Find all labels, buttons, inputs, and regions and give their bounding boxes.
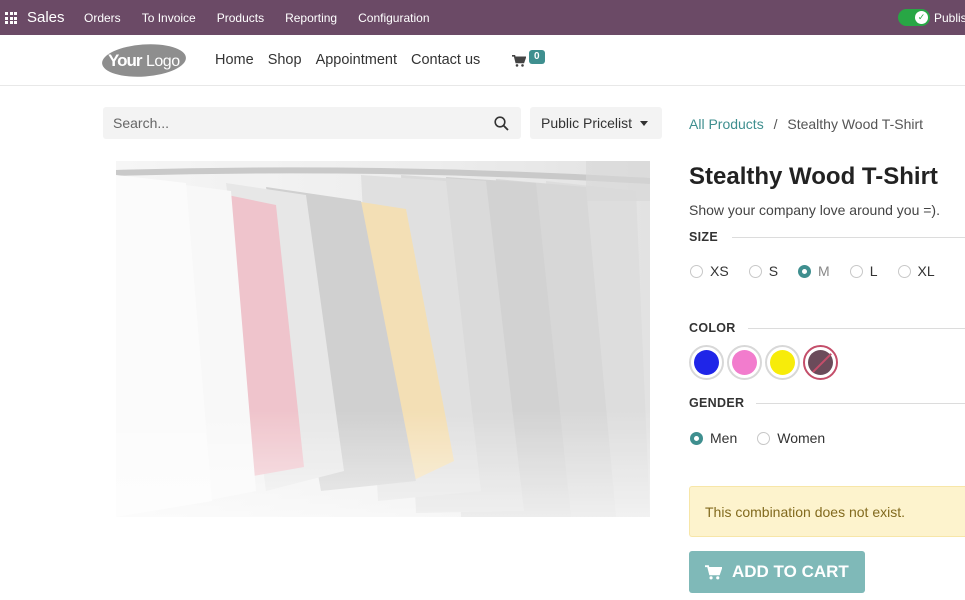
gender-option-label: Women (777, 430, 826, 446)
breadcrumb: All Products / Stealthy Wood T-Shirt (689, 116, 923, 132)
nav-home[interactable]: Home (215, 52, 254, 68)
gender-options: Men Women (690, 430, 845, 446)
app-name[interactable]: Sales (27, 9, 65, 26)
swatch-fill (732, 350, 757, 375)
size-option-label: XL (917, 263, 935, 279)
color-swatch-pink[interactable] (727, 345, 762, 380)
add-to-cart-label: ADD TO CART (732, 562, 849, 581)
company-logo[interactable]: Your Logo (102, 43, 187, 78)
color-swatch-yellow[interactable] (765, 345, 800, 380)
apps-grid-icon[interactable] (5, 12, 17, 24)
size-options: XS S M L XL (690, 263, 955, 279)
radio-button[interactable] (849, 264, 863, 278)
pricelist-dropdown[interactable]: Public Pricelist (530, 107, 662, 139)
radio-button[interactable] (690, 264, 703, 278)
radio-button-selected[interactable] (690, 431, 703, 445)
search-box (103, 107, 521, 139)
toggle-switch[interactable]: ✓ (898, 9, 930, 26)
color-swatch-dark-unavailable[interactable] (803, 345, 838, 380)
product-description: Show your company love around you =). (689, 202, 940, 218)
cart-link[interactable]: 0 (512, 48, 548, 70)
size-option-label: L (869, 263, 878, 279)
menu-to-invoice[interactable]: To Invoice (142, 11, 196, 25)
radio-button-selected[interactable] (798, 264, 812, 278)
breadcrumb-separator: / (773, 116, 778, 132)
search-input[interactable] (113, 107, 483, 139)
gender-option-women[interactable]: Women (757, 430, 825, 446)
svg-text:Your: Your (108, 51, 143, 70)
size-option-m[interactable]: M (798, 263, 830, 279)
check-icon: ✓ (915, 11, 928, 24)
main-nav: Home Shop Appointment Contact us (215, 52, 494, 68)
breadcrumb-all-products[interactable]: All Products (689, 116, 764, 132)
size-option-l[interactable]: L (849, 263, 878, 279)
shopping-cart-icon (705, 564, 722, 579)
color-divider (748, 328, 965, 329)
website-navbar: Your Logo Home Shop Appointment Contact … (0, 35, 965, 86)
menu-orders[interactable]: Orders (84, 11, 121, 25)
radio-button[interactable] (748, 264, 762, 278)
size-option-xs[interactable]: XS (690, 263, 729, 279)
nav-contact-us[interactable]: Contact us (411, 52, 480, 68)
cart-count-badge: 0 (529, 50, 545, 64)
breadcrumb-current: Stealthy Wood T-Shirt (787, 116, 924, 132)
combination-warning-alert: This combination does not exist. (689, 486, 965, 537)
gender-option-men[interactable]: Men (690, 430, 737, 446)
gender-label: GENDER (689, 396, 745, 410)
svg-text:Logo: Logo (146, 53, 180, 70)
publish-toggle[interactable]: ✓ Publis (898, 9, 965, 26)
size-divider (732, 237, 965, 238)
search-icon[interactable] (494, 116, 509, 131)
radio-button[interactable] (897, 264, 911, 278)
product-title: Stealthy Wood T-Shirt (689, 163, 938, 190)
caret-down-icon (640, 120, 649, 126)
swatch-fill (694, 350, 719, 375)
top-menu: Orders To Invoice Products Reporting Con… (84, 11, 451, 25)
size-option-label: M (818, 263, 830, 279)
size-option-xl[interactable]: XL (897, 263, 935, 279)
color-swatches (689, 345, 841, 380)
product-image (116, 161, 650, 517)
size-option-s[interactable]: S (748, 263, 779, 279)
menu-reporting[interactable]: Reporting (285, 11, 337, 25)
pricelist-label: Public Pricelist (541, 115, 633, 131)
menu-configuration[interactable]: Configuration (358, 11, 429, 25)
add-to-cart-button[interactable]: ADD TO CART (689, 551, 865, 593)
nav-shop[interactable]: Shop (268, 52, 302, 68)
menu-products[interactable]: Products (217, 11, 264, 25)
alert-message: This combination does not exist. (705, 504, 905, 520)
nav-appointment[interactable]: Appointment (316, 52, 397, 68)
gender-divider (756, 403, 965, 404)
publish-label: Publis (934, 10, 965, 25)
radio-button[interactable] (757, 431, 771, 445)
size-option-label: XS (710, 263, 729, 279)
admin-top-bar: Sales Orders To Invoice Products Reporti… (0, 0, 965, 35)
shopping-cart-icon (512, 55, 526, 67)
gender-option-label: Men (710, 430, 738, 446)
color-swatch-blue[interactable] (689, 345, 724, 380)
size-option-label: S (768, 263, 779, 279)
color-label: COLOR (689, 321, 736, 335)
size-label: SIZE (689, 230, 718, 244)
swatch-fill (770, 350, 795, 375)
